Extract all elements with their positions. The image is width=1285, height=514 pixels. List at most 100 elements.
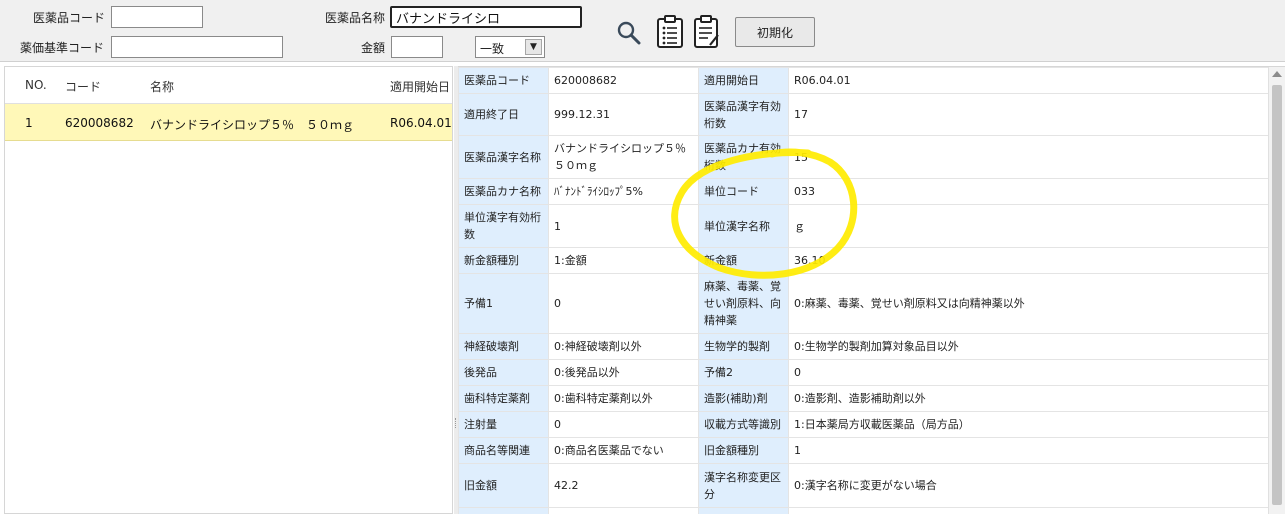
detail-key: 造影(補助)剤 xyxy=(698,385,789,412)
detail-value xyxy=(548,507,699,514)
detail-row: 医薬品漢字名称 バナンドライシロップ５％ ５０ｍｇ 医薬品カナ有効桁数 15 xyxy=(458,135,1269,179)
detail-row: 神経破壊剤 0:神経破壊剤以外 生物学的製剤 0:生物学的製剤加算対象品目以外 xyxy=(458,333,1269,360)
detail-key: 歯科特定薬剤 xyxy=(458,385,549,412)
detail-row: 新金額種別 1:金額 新金額 36.10 xyxy=(458,247,1269,274)
detail-value: 0:造影剤、造影補助剤以外 xyxy=(788,385,1269,412)
drug-name-input[interactable] xyxy=(390,6,582,28)
clipboard-edit-icon[interactable] xyxy=(693,15,721,52)
reset-button[interactable]: 初期化 xyxy=(735,17,815,47)
drug-code-input[interactable] xyxy=(111,6,203,28)
detail-key: 医薬品漢字名称 xyxy=(458,135,549,179)
detail-value: 1 xyxy=(548,204,699,248)
detail-key: 単位漢字名称 xyxy=(698,204,789,248)
detail-value: 0:歯科特定薬剤以外 xyxy=(548,385,699,412)
detail-value: 0:商品名医薬品でない xyxy=(548,437,699,464)
list-item[interactable]: 1 620008682 バナンドライシロップ５％ ５０ｍｇ R06.04.01 xyxy=(5,104,452,141)
detail-key: 医薬品カナ名称 xyxy=(458,178,549,205)
detail-value: バナンドライシロップ５％ ５０ｍｇ xyxy=(548,135,699,179)
detail-key: 収載方式等識別 xyxy=(698,411,789,438)
drug-name-label: 医薬品名称 xyxy=(325,11,386,25)
detail-value: 0 xyxy=(548,273,699,334)
row-code: 620008682 xyxy=(65,116,134,130)
search-header: 医薬品コード 薬価基準コード 医薬品名称 金額 一致 ▼ xyxy=(0,0,1285,62)
detail-key: 単位漢字有効桁数 xyxy=(458,204,549,248)
detail-value: 1:金額 xyxy=(548,247,699,274)
detail-value: 15 xyxy=(788,135,1269,179)
detail-value: 0:麻薬、毒薬、覚せい剤原料又は向精神薬以外 xyxy=(788,273,1269,334)
row-name: バナンドライシロップ５％ ５０ｍｇ xyxy=(150,118,355,132)
detail-panel: 医薬品コード 620008682 適用開始日 R06.04.01 適用終了日 9… xyxy=(458,66,1285,514)
col-header-no: NO. xyxy=(25,78,47,92)
detail-scrollbar[interactable] xyxy=(1268,67,1285,514)
col-header-name: 名称 xyxy=(150,80,175,94)
detail-key xyxy=(698,507,789,514)
search-icon[interactable] xyxy=(616,20,642,49)
detail-key xyxy=(458,507,549,514)
price-standard-code-input[interactable] xyxy=(111,36,283,58)
detail-key: 新金額 xyxy=(698,247,789,274)
price-standard-code-label: 薬価基準コード xyxy=(20,41,105,55)
detail-key: 旧金額種別 xyxy=(698,437,789,464)
detail-value: 999.12.31 xyxy=(548,93,699,136)
detail-value: 0 xyxy=(788,359,1269,386)
detail-key: 単位コード xyxy=(698,178,789,205)
drug-code-label: 医薬品コード xyxy=(33,11,106,25)
row-start-date: R06.04.01 xyxy=(390,116,452,130)
detail-row: 適用終了日 999.12.31 医薬品漢字有効桁数 17 xyxy=(458,93,1269,136)
detail-value: ﾊﾞﾅﾝﾄﾞﾗｲｼﾛｯﾌﾟ5% xyxy=(548,178,699,205)
result-list: NO. コード 名称 適用開始日 1 620008682 バナンドライシロップ５… xyxy=(4,66,453,514)
detail-key: 予備2 xyxy=(698,359,789,386)
col-header-code: コード xyxy=(65,80,102,94)
match-mode-value: 一致 xyxy=(480,42,505,56)
detail-value: ｇ xyxy=(788,204,1269,248)
detail-key: 医薬品漢字有効桁数 xyxy=(698,93,789,136)
detail-value: 0:漢字名称に変更がない場合 xyxy=(788,463,1269,508)
scroll-thumb[interactable] xyxy=(1272,85,1282,505)
detail-value: 1:日本薬局方収載医薬品（局方品） xyxy=(788,411,1269,438)
detail-key: 注射量 xyxy=(458,411,549,438)
col-header-start-date: 適用開始日 xyxy=(390,80,451,94)
detail-row: 歯科特定薬剤 0:歯科特定薬剤以外 造影(補助)剤 0:造影剤、造影補助剤以外 xyxy=(458,385,1269,412)
match-mode-select[interactable]: 一致 ▼ xyxy=(475,36,545,58)
detail-row: 単位漢字有効桁数 1 単位漢字名称 ｇ xyxy=(458,204,1269,248)
detail-key: 旧金額 xyxy=(458,463,549,508)
amount-label: 金額 xyxy=(361,41,386,55)
detail-row: 商品名等関連 0:商品名医薬品でない 旧金額種別 1 xyxy=(458,437,1269,464)
detail-value: 0 xyxy=(548,411,699,438)
detail-row: 旧金額 42.2 漢字名称変更区分 0:漢字名称に変更がない場合 xyxy=(458,463,1269,508)
detail-key: 麻薬、毒薬、覚せい剤原料、向精神薬 xyxy=(698,273,789,334)
scroll-up-icon[interactable] xyxy=(1272,71,1282,77)
list-header: NO. コード 名称 適用開始日 xyxy=(5,67,452,104)
detail-key: 後発品 xyxy=(458,359,549,386)
detail-value: 17 xyxy=(788,93,1269,136)
detail-key: 予備1 xyxy=(458,273,549,334)
detail-row: 後発品 0:後発品以外 予備2 0 xyxy=(458,359,1269,386)
detail-key: 新金額種別 xyxy=(458,247,549,274)
amount-input[interactable] xyxy=(391,36,443,58)
detail-value xyxy=(788,507,1269,514)
detail-value: 1 xyxy=(788,437,1269,464)
detail-value: 42.2 xyxy=(548,463,699,508)
clipboard-list-icon[interactable] xyxy=(656,15,684,52)
detail-value: R06.04.01 xyxy=(788,67,1269,94)
row-no: 1 xyxy=(25,116,33,130)
detail-key: 神経破壊剤 xyxy=(458,333,549,360)
detail-value: 36.10 xyxy=(788,247,1269,274)
detail-key: 生物学的製剤 xyxy=(698,333,789,360)
detail-row: 予備1 0 麻薬、毒薬、覚せい剤原料、向精神薬 0:麻薬、毒薬、覚せい剤原料又は… xyxy=(458,273,1269,334)
chevron-down-icon: ▼ xyxy=(525,39,542,55)
detail-table: 医薬品コード 620008682 適用開始日 R06.04.01 適用終了日 9… xyxy=(458,67,1269,514)
detail-row: 注射量 0 収載方式等識別 1:日本薬局方収載医薬品（局方品） xyxy=(458,411,1269,438)
detail-value: 620008682 xyxy=(548,67,699,94)
detail-row: 医薬品カナ名称 ﾊﾞﾅﾝﾄﾞﾗｲｼﾛｯﾌﾟ5% 単位コード 033 xyxy=(458,178,1269,205)
detail-key: 商品名等関連 xyxy=(458,437,549,464)
detail-row xyxy=(458,507,1269,514)
detail-key: 漢字名称変更区分 xyxy=(698,463,789,508)
detail-key: 医薬品コード xyxy=(458,67,549,94)
detail-row: 医薬品コード 620008682 適用開始日 R06.04.01 xyxy=(458,67,1269,94)
detail-value: 033 xyxy=(788,178,1269,205)
detail-key: 医薬品カナ有効桁数 xyxy=(698,135,789,179)
detail-value: 0:神経破壊剤以外 xyxy=(548,333,699,360)
detail-value: 0:後発品以外 xyxy=(548,359,699,386)
detail-key: 適用開始日 xyxy=(698,67,789,94)
